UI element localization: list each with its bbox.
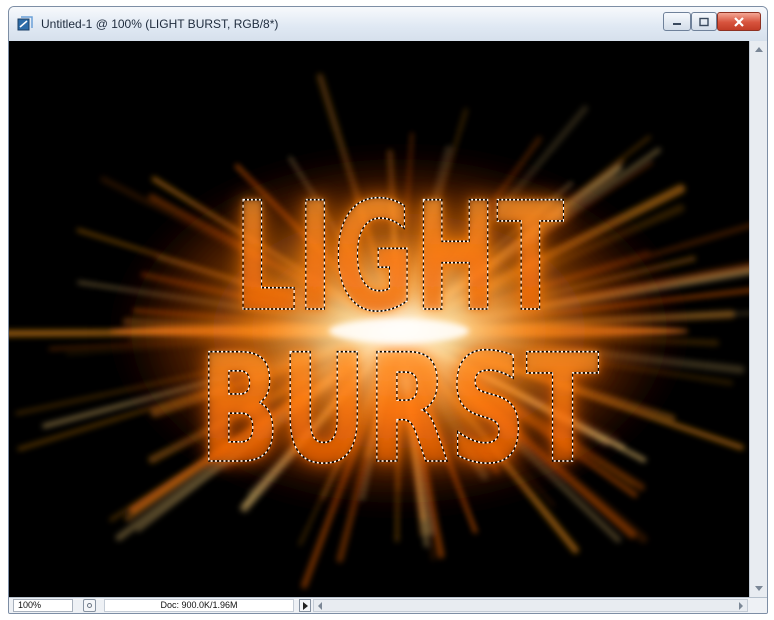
scroll-up-icon[interactable] [755,47,763,52]
document-size-info: Doc: 900.0K/1.96M [104,599,294,612]
status-info-icon[interactable] [83,599,96,612]
window-title: Untitled-1 @ 100% (LIGHT BURST, RGB/8*) [41,17,279,31]
maximize-button[interactable] [691,12,717,31]
minimize-button[interactable] [663,12,691,31]
status-menu-arrow-icon[interactable] [299,599,311,612]
title-bar[interactable]: Untitled-1 @ 100% (LIGHT BURST, RGB/8*) [9,7,767,42]
maximize-icon [699,17,709,26]
image-canvas[interactable]: LIGHT BURST LIGHT BURST LIGHT LIGHT BURS… [9,41,749,597]
close-icon [734,16,744,27]
document-window: Untitled-1 @ 100% (LIGHT BURST, RGB/8*) [8,6,768,614]
minimize-icon [673,22,681,25]
close-button[interactable] [717,12,761,31]
light-burst-artwork: LIGHT BURST LIGHT BURST LIGHT LIGHT BURS… [9,73,749,589]
marquee-line1-dark: LIGHT [234,171,564,345]
center-flare [329,319,469,343]
status-bar: 100% Doc: 900.0K/1.96M [9,597,767,613]
photoshop-document-icon [17,16,33,31]
vertical-scrollbar[interactable] [749,41,767,597]
marquee-line2-dark: BURST [199,323,599,497]
scroll-left-icon[interactable] [318,602,322,610]
scroll-right-icon[interactable] [739,602,743,610]
scroll-down-icon[interactable] [755,586,763,591]
zoom-field[interactable]: 100% [13,599,73,612]
horizontal-scrollbar[interactable] [313,599,748,612]
